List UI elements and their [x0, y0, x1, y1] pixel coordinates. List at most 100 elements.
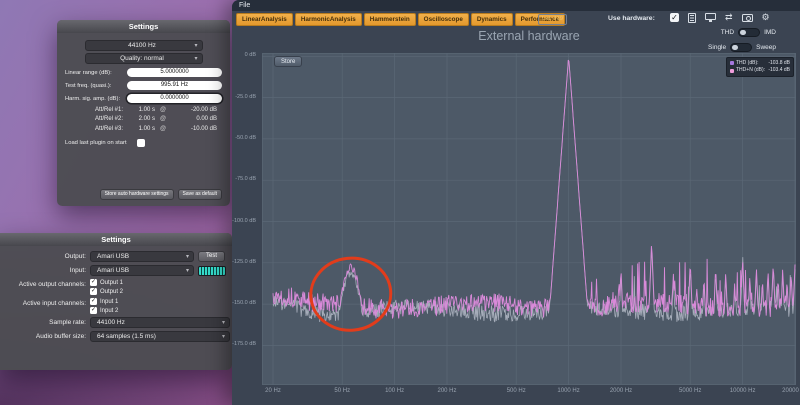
output-1-checkbox[interactable]: ✓ [90, 279, 97, 286]
output-1-label: Output 1 [100, 279, 124, 286]
sweep-label: Sweep [756, 44, 776, 51]
input-device-combo[interactable]: Amari USB ▾ [90, 265, 194, 276]
audio-settings-panel: Settings Output: Amari USB ▾ Test Input:… [0, 233, 232, 370]
attrel-1-sep: @ [159, 106, 167, 113]
x-tick-label: 2000 Hz [609, 388, 633, 394]
attrel-3-time[interactable]: 1.00 s [129, 126, 155, 132]
chevron-down-icon: ▾ [221, 333, 225, 340]
camera-icon[interactable] [741, 13, 753, 22]
output-label: Output: [64, 253, 86, 260]
attrel-row-2: Att/Rel #2: 2.00 s @ 0.00 dB [65, 116, 222, 122]
active-output-channels-label: Active output channels: [18, 281, 86, 288]
x-tick-label: 20000 Hz [782, 388, 800, 394]
test-freq-label: Test freq. (quasi.): [65, 82, 112, 89]
input-channel-row: ✓ Input 1 [90, 298, 118, 305]
legend-thdn-value: -103.4 dB [768, 67, 790, 73]
use-hardware-label: Use hardware: [608, 15, 655, 22]
load-last-plugin-checkbox[interactable] [136, 138, 145, 147]
input-device-value: Amari USB [97, 267, 130, 274]
sample-rate-combo[interactable]: 44100 Hz ▾ [90, 317, 230, 328]
harm-sig-amp-input[interactable]: 0.0000000 [127, 94, 222, 103]
chevron-down-icon: ▾ [221, 319, 225, 326]
single-sweep-toggle[interactable] [730, 43, 753, 52]
x-tick-label: 200 Hz [437, 388, 457, 394]
use-hardware-checkbox[interactable]: ✓ [670, 13, 679, 22]
y-tick-label: -75.0 dB [235, 176, 256, 183]
form-icon[interactable] [688, 12, 696, 23]
audio-settings-title[interactable]: Settings [0, 233, 232, 246]
x-tick-label: 20 Hz [265, 388, 281, 394]
y-tick-label: -25.0 dB [235, 93, 256, 100]
input-channel-row: ✓ Input 2 [90, 307, 118, 314]
store-button[interactable]: Store [274, 56, 303, 67]
x-tick-label: 10000 Hz [729, 388, 756, 394]
attrel-1-label: Att/Rel #1: [94, 106, 123, 113]
output-device-combo[interactable]: Amari USB ▾ [90, 251, 194, 262]
sample-rate-label: Sample rate: [49, 319, 86, 326]
attrel-1-time[interactable]: 1.00 s [129, 107, 155, 113]
gear-icon[interactable]: ⚙ [762, 13, 770, 22]
attrel-2-level[interactable]: 0.00 dB [171, 116, 217, 122]
linear-range-input[interactable]: 5.0000000 [127, 68, 222, 77]
legend-thd-label: THD (dB): [736, 59, 759, 66]
x-tick-label: 5000 Hz [679, 388, 702, 394]
input-1-checkbox[interactable]: ✓ [90, 298, 97, 305]
thd-color-chip [730, 61, 734, 65]
tab-hammerstein[interactable]: Hammerstein [363, 13, 416, 27]
single-label: Single [708, 44, 727, 51]
plugin-settings-panel: Settings 44100 Hz ▾ Quality: normal ▾ Li… [57, 20, 230, 206]
test-button[interactable]: Test [198, 251, 226, 262]
attrel-3-level[interactable]: -10.00 dB [171, 126, 217, 132]
chevron-down-icon: ▾ [185, 267, 189, 274]
test-freq-input[interactable]: 995.91 Hz [127, 81, 222, 90]
chevron-down-icon: ▾ [185, 253, 189, 260]
chevron-down-icon: ▾ [194, 55, 198, 62]
sample-rate-value: 44100 Hz [97, 319, 125, 326]
chevron-down-icon: ▾ [194, 42, 198, 49]
output-2-label: Output 2 [100, 288, 124, 295]
input-1-label: Input 1 [100, 298, 119, 305]
legend-thd-value: -103.8 dB [768, 59, 790, 66]
latency-badge: Lat: 419 [538, 14, 567, 25]
x-tick-label: 50 Hz [334, 388, 351, 394]
plugin-samplerate-combo[interactable]: 44100 Hz ▾ [84, 40, 203, 51]
attrel-2-time[interactable]: 2.00 s [129, 116, 155, 122]
input-2-checkbox[interactable]: ✓ [90, 307, 97, 314]
store-auto-hardware-settings-button[interactable]: Store auto hardware settings [99, 189, 174, 200]
audio-buffer-size-combo[interactable]: 64 samples (1.5 ms) ▾ [90, 331, 230, 342]
tab-oscilloscope[interactable]: Oscilloscope [417, 13, 469, 27]
legend-thdn-label: THD+N (dB): [736, 67, 766, 73]
input-label: Input: [69, 267, 86, 274]
input-2-label: Input 2 [100, 307, 119, 314]
analysis-tabs: LinearAnalysis HarmonicAnalysis Hammerst… [236, 13, 566, 27]
display-icon[interactable] [705, 13, 716, 22]
audio-settings-body: Output: Amari USB ▾ Test Input: Amari US… [0, 246, 232, 347]
legend-row-thd: THD (dB): -103.8 dB [730, 59, 790, 66]
save-as-default-button[interactable]: Save as default [177, 189, 222, 200]
attrel-row-3: Att/Rel #3: 1.00 s @ -10.00 dB [65, 126, 222, 132]
load-last-plugin-label: Load last plugin on start [65, 139, 127, 146]
y-axis-labels: 0 dB -25.0 dB -50.0 dB -75.0 dB -100.0 dB -12… [232, 0, 259, 405]
harm-sig-amp-label: Harm. sig. amp. (dB): [65, 95, 121, 102]
plugin-settings-title[interactable]: Settings [57, 20, 230, 33]
spectrum-svg[interactable] [262, 53, 796, 385]
output-channel-row: ✓ Output 2 [90, 288, 123, 295]
tab-harmonic-analysis[interactable]: HarmonicAnalysis [294, 13, 362, 27]
output-channel-row: ✓ Output 1 [90, 279, 123, 286]
attrel-1-level[interactable]: -20.00 dB [171, 107, 217, 113]
linear-range-label: Linear range (dB): [65, 69, 112, 76]
quality-value: Quality: normal [120, 55, 164, 62]
attrel-3-label: Att/Rel #3: [94, 125, 123, 132]
y-tick-label: -150.0 dB [232, 300, 256, 307]
y-tick-label: -100.0 dB [232, 217, 256, 224]
output-2-checkbox[interactable]: ✓ [90, 288, 97, 295]
swap-icon[interactable]: ⇄ [725, 13, 733, 22]
spectrum-plot[interactable] [262, 53, 796, 385]
plugin-settings-body: 44100 Hz ▾ Quality: normal ▾ Linear rang… [57, 33, 230, 206]
quality-combo[interactable]: Quality: normal ▾ [84, 53, 203, 64]
output-device-value: Amari USB [97, 253, 130, 260]
tab-dynamics[interactable]: Dynamics [470, 13, 513, 27]
legend-row-thdn: THD+N (dB): -103.4 dB [730, 68, 790, 73]
x-tick-label: 1000 Hz [557, 388, 580, 394]
x-tick-label: 100 Hz [385, 388, 405, 394]
